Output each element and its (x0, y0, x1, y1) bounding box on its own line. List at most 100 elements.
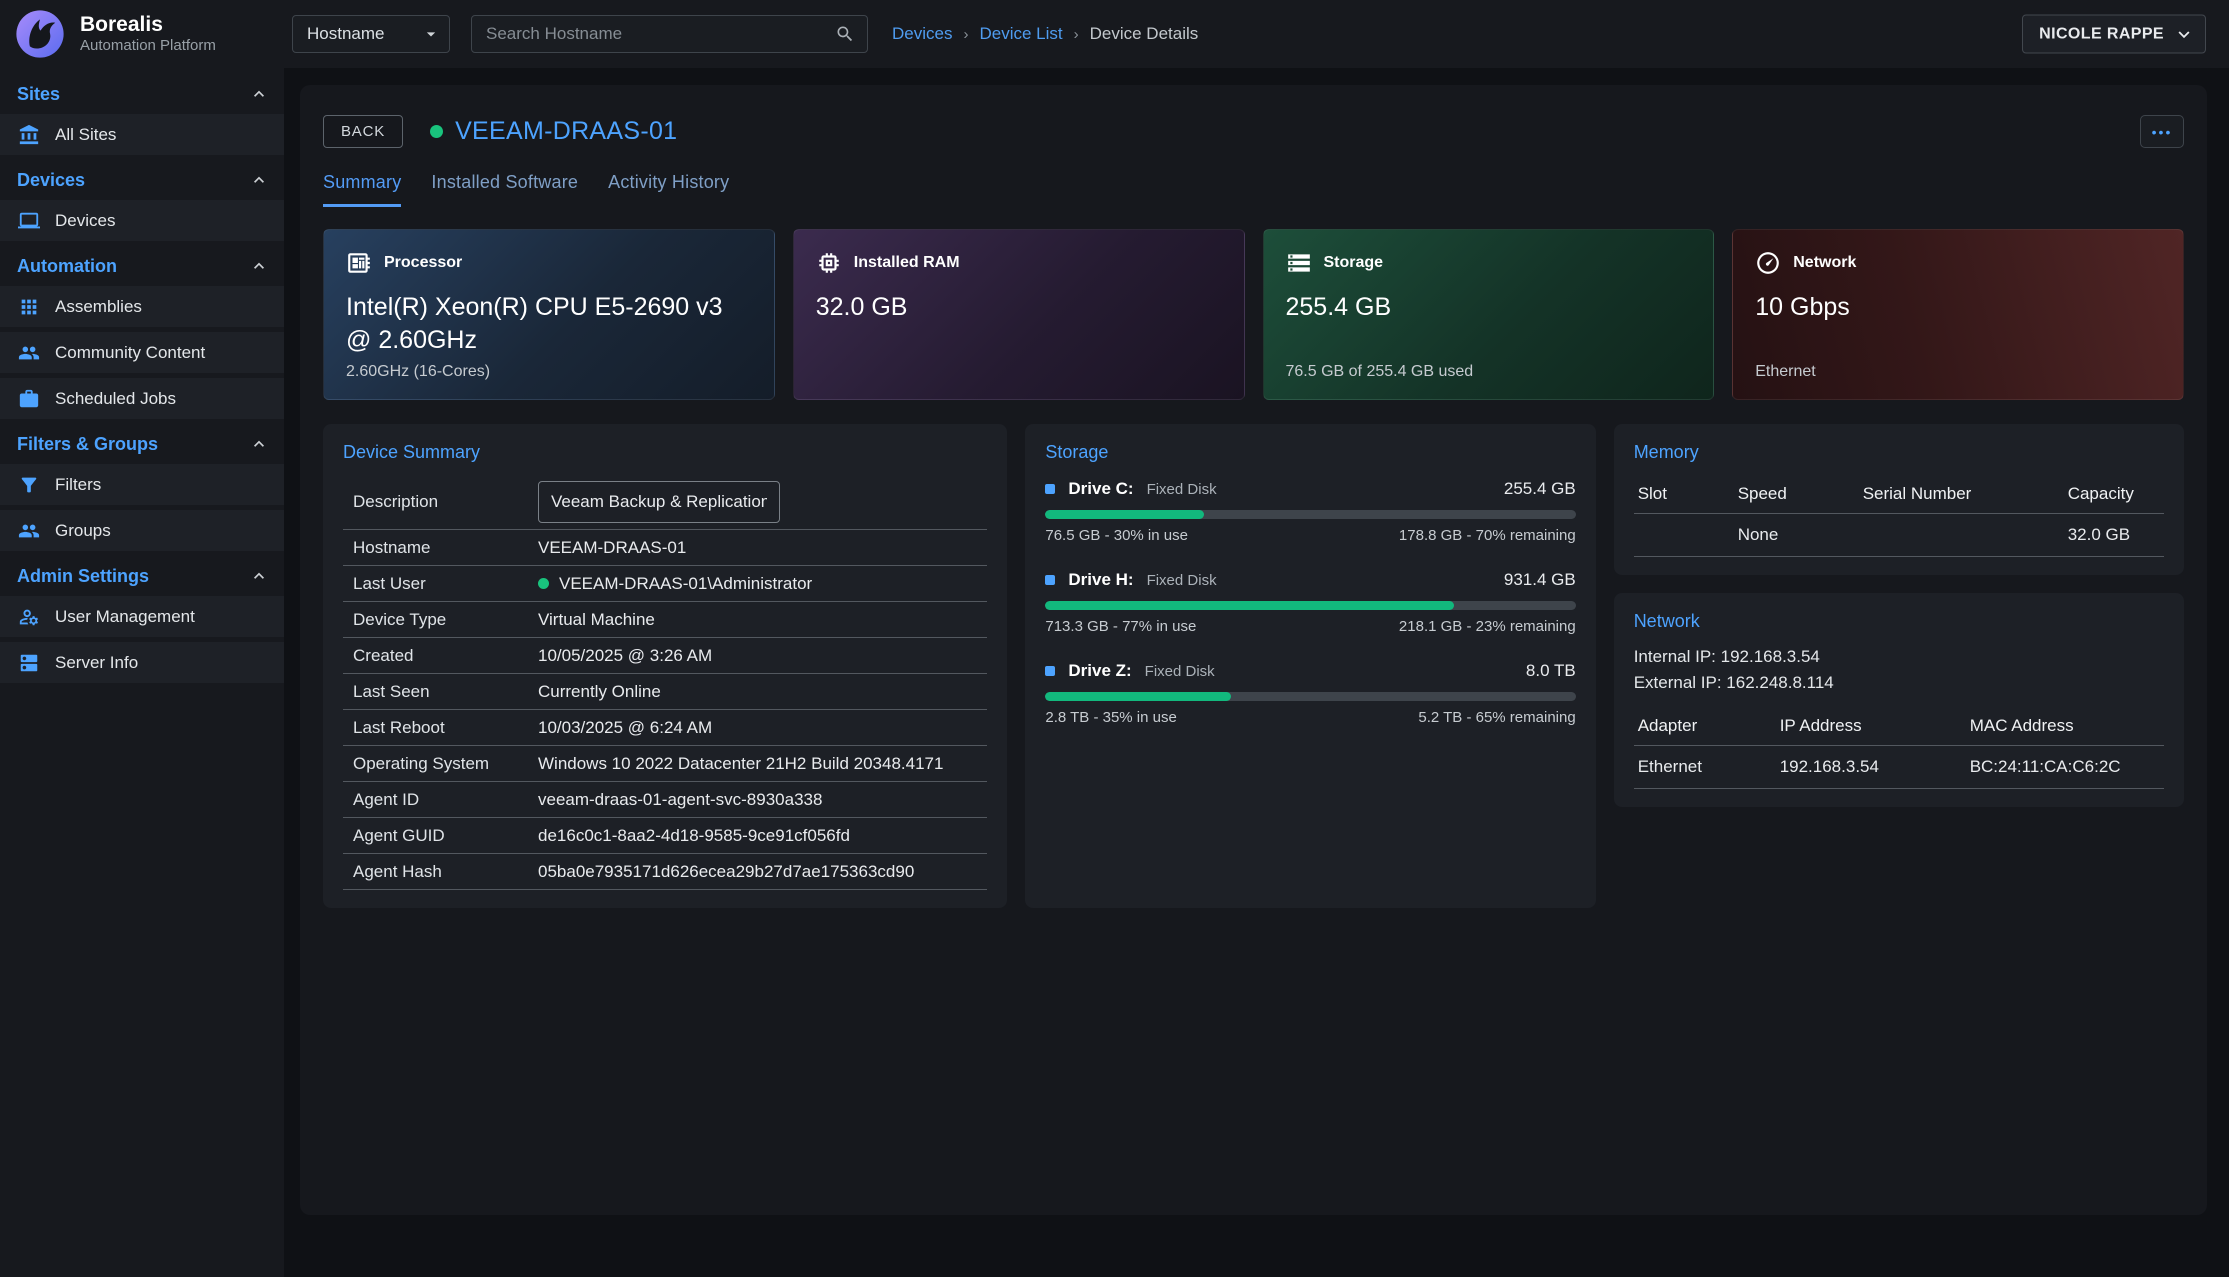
summary-row-operating-system: Operating System Windows 10 2022 Datacen… (343, 746, 987, 782)
storage-panel: Storage Drive C: Fixed Disk 255.4 GB (1025, 424, 1595, 908)
breadcrumb-devices[interactable]: Devices (892, 24, 952, 44)
processor-card: Processor Intel(R) Xeon(R) CPU E5-2690 v… (323, 229, 775, 400)
network-table-row: Ethernet 192.168.3.54 BC:24:11:CA:C6:2C (1634, 746, 2164, 789)
summary-row-label: Agent Hash (353, 862, 538, 882)
search-input[interactable] (484, 23, 835, 45)
sidebar-item-groups[interactable]: Groups (0, 510, 284, 551)
tab-installed-software[interactable]: Installed Software (431, 172, 578, 207)
sidebar-section-devices[interactable]: Devices (0, 160, 284, 200)
panel-title: Memory (1634, 442, 2164, 463)
drive-z: Drive Z: Fixed Disk 8.0 TB 2.8 TB - 35% … (1045, 661, 1575, 726)
chevron-up-icon (249, 84, 269, 104)
breadcrumb-separator: › (1074, 26, 1079, 43)
sidebar-item-label: Community Content (55, 343, 205, 363)
summary-row-value: Currently Online (538, 682, 661, 702)
back-button[interactable]: BACK (323, 115, 403, 148)
drive-name: Drive Z: (1068, 661, 1131, 681)
drive-usage-fill (1045, 510, 1204, 519)
search-icon[interactable] (835, 24, 855, 44)
sidebar-item-label: User Management (55, 607, 195, 627)
ram-icon (816, 250, 842, 276)
summary-row-value: veeam-draas-01-agent-svc-8930a338 (538, 790, 822, 810)
sidebar-item-community-content[interactable]: Community Content (0, 332, 284, 373)
page-header: BACK VEEAM-DRAAS-01 ••• (323, 85, 2184, 148)
sidebar: Sites All Sites Devices Devices Automati… (0, 68, 284, 1277)
main-area: BACK VEEAM-DRAAS-01 ••• Summary Installe… (284, 68, 2229, 1277)
sidebar-section-label: Filters & Groups (17, 434, 158, 455)
network-icon (1755, 250, 1781, 276)
drive-bullet-icon (1045, 575, 1055, 585)
summary-row-last-seen: Last Seen Currently Online (343, 674, 987, 710)
sidebar-section-sites[interactable]: Sites (0, 74, 284, 114)
breadcrumb-device-list[interactable]: Device List (979, 24, 1062, 44)
sidebar-item-all-sites[interactable]: All Sites (0, 114, 284, 155)
breadcrumb-device-details: Device Details (1090, 24, 1199, 44)
summary-row-label: Description (353, 492, 538, 512)
summary-row-last-reboot: Last Reboot 10/03/2025 @ 6:24 AM (343, 710, 987, 746)
summary-row-hostname: Hostname VEEAM-DRAAS-01 (343, 530, 987, 566)
stat-cards: Processor Intel(R) Xeon(R) CPU E5-2690 v… (323, 229, 2184, 400)
drive-c: Drive C: Fixed Disk 255.4 GB 76.5 GB - 3… (1045, 479, 1575, 544)
stat-card-title: Network (1793, 254, 1856, 272)
stat-card-title: Processor (384, 254, 462, 272)
sidebar-item-label: Groups (55, 521, 111, 541)
sidebar-item-devices[interactable]: Devices (0, 200, 284, 241)
breadcrumb: Devices › Device List › Device Details (892, 24, 1198, 44)
hostname-search (471, 15, 868, 53)
device-online-dot (430, 125, 443, 138)
sidebar-section-admin-settings[interactable]: Admin Settings (0, 556, 284, 596)
devices-icon (18, 210, 40, 232)
summary-row-value: 10/05/2025 @ 3:26 AM (538, 646, 712, 666)
summary-row-label: Device Type (353, 610, 538, 630)
network-ip: 192.168.3.54 (1780, 757, 1970, 777)
stat-card-footer: Ethernet (1755, 363, 1815, 381)
sidebar-item-scheduled-jobs[interactable]: Scheduled Jobs (0, 378, 284, 419)
network-card: Network 10 Gbps Ethernet (1732, 229, 2184, 400)
sidebar-item-assemblies[interactable]: Assemblies (0, 286, 284, 327)
sidebar-item-filters[interactable]: Filters (0, 464, 284, 505)
more-options-icon: ••• (2152, 124, 2173, 140)
stat-card-footer: 2.60GHz (16-Cores) (346, 363, 490, 381)
sidebar-section-label: Admin Settings (17, 566, 149, 587)
groups-icon (18, 520, 40, 542)
sidebar-item-label: Assemblies (55, 297, 142, 317)
chevron-down-icon (2173, 23, 2195, 45)
sidebar-section-filters-groups[interactable]: Filters & Groups (0, 424, 284, 464)
user-menu-button[interactable]: NICOLE RAPPE (2022, 15, 2206, 54)
chevron-up-icon (249, 170, 269, 190)
drive-type: Fixed Disk (1147, 481, 1217, 498)
drive-type: Fixed Disk (1145, 663, 1215, 680)
stat-card-value: Intel(R) Xeon(R) CPU E5-2690 v3 @ 2.60GH… (346, 291, 731, 356)
device-details-panel: BACK VEEAM-DRAAS-01 ••• Summary Installe… (300, 85, 2207, 1215)
tab-summary[interactable]: Summary (323, 172, 401, 207)
tab-activity-history[interactable]: Activity History (608, 172, 729, 207)
summary-row-description: Description (343, 475, 987, 530)
memory-slot (1638, 525, 1738, 545)
all-sites-icon (18, 124, 40, 146)
summary-row-created: Created 10/05/2025 @ 3:26 AM (343, 638, 987, 674)
drive-usage-fill (1045, 692, 1231, 701)
memory-table-header: Slot Speed Serial Number Capacity (1634, 475, 2164, 514)
sidebar-item-server-info[interactable]: Server Info (0, 642, 284, 683)
summary-row-value: Virtual Machine (538, 610, 655, 630)
more-options-button[interactable]: ••• (2140, 115, 2184, 148)
memory-panel: Memory Slot Speed Serial Number Capacity… (1614, 424, 2184, 575)
filters-icon (18, 474, 40, 496)
summary-row-last-user: Last User VEEAM-DRAAS-01\Administrator (343, 566, 987, 602)
panel-title: Storage (1045, 442, 1575, 463)
drive-usage-fill (1045, 601, 1453, 610)
summary-row-agent-hash: Agent Hash 05ba0e7935171d626ecea29b27d7a… (343, 854, 987, 890)
summary-row-label: Agent ID (353, 790, 538, 810)
sidebar-item-label: Scheduled Jobs (55, 389, 176, 409)
sidebar-item-user-management[interactable]: User Management (0, 596, 284, 637)
description-input[interactable] (538, 481, 780, 523)
sidebar-section-automation[interactable]: Automation (0, 246, 284, 286)
brand-subtitle: Automation Platform (80, 37, 216, 54)
hostname-filter-dropdown[interactable]: Hostname (292, 15, 450, 53)
summary-row-value: Windows 10 2022 Datacenter 21H2 Build 20… (538, 754, 943, 774)
summary-row-label: Last User (353, 574, 538, 594)
panel-title: Network (1634, 611, 2164, 632)
stat-card-title: Installed RAM (854, 254, 960, 272)
summary-row-label: Operating System (353, 754, 538, 774)
drive-type: Fixed Disk (1147, 572, 1217, 589)
